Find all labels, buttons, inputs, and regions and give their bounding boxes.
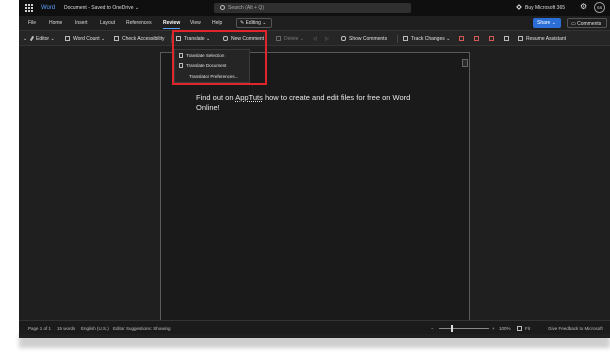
editor-icon: [29, 35, 35, 42]
title-bar: Word Document - Saved to OneDrive ⌄ Sear…: [19, 0, 610, 16]
previous-comment-icon[interactable]: ◁: [313, 36, 317, 42]
editor-button[interactable]: Editor ⌄: [29, 35, 55, 42]
check-accessibility-label: Check Accessibility: [122, 36, 165, 42]
diamond-icon: [516, 4, 522, 10]
track-changes-label: Track Changes ⌄: [411, 36, 451, 42]
search-box[interactable]: Search (Alt + Q): [214, 3, 411, 13]
menu-bar: File Home Insert Layout References Revie…: [19, 16, 610, 30]
highlight-box: [172, 30, 267, 85]
editing-label: Editing ⌄: [245, 20, 267, 26]
tab-file[interactable]: File: [28, 20, 36, 26]
app-launcher-icon[interactable]: [25, 4, 33, 12]
word-count-icon: [65, 36, 70, 41]
show-comments-label: Show Comments: [349, 36, 388, 42]
tab-help[interactable]: Help: [212, 20, 222, 26]
zoom-level[interactable]: 100%: [499, 326, 511, 331]
track-changes-icon: [403, 36, 408, 41]
tab-layout[interactable]: Layout: [100, 20, 115, 26]
track-changes-button[interactable]: Track Changes ⌄: [403, 36, 450, 42]
margin-marker: [462, 59, 468, 67]
zoom-in-icon[interactable]: +: [492, 326, 495, 331]
comments-label: Comments: [577, 21, 602, 27]
body-text-start: Find out on: [196, 93, 236, 102]
word-count-button[interactable]: Word Count ⌄: [65, 36, 105, 42]
apptuts-word: AppTuts: [235, 93, 263, 102]
tab-insert[interactable]: Insert: [75, 20, 88, 26]
comments-button[interactable]: ▭ Comments: [567, 18, 607, 28]
buy-microsoft-365-link[interactable]: Buy Microsoft 365: [516, 4, 566, 11]
accept-change-icon[interactable]: [459, 36, 467, 42]
next-comment-icon[interactable]: ▷: [325, 36, 329, 42]
review-ribbon: ⌄ Editor ⌄ Word Count ⌄ Check Accessibil…: [19, 30, 610, 46]
give-feedback-link[interactable]: Give Feedback to Microsoft: [548, 326, 603, 331]
tab-references[interactable]: References: [126, 20, 152, 26]
fit-icon: [517, 326, 522, 331]
document-canvas: Find out on AppTuts how to create and ed…: [19, 46, 610, 324]
search-icon: [220, 5, 225, 10]
search-placeholder: Search (Alt + Q): [228, 5, 264, 11]
previous-change-icon[interactable]: [489, 36, 497, 42]
document-body-text[interactable]: Find out on AppTuts how to create and ed…: [196, 93, 426, 113]
word-count-label: Word Count ⌄: [73, 36, 106, 42]
gear-icon[interactable]: ⚙: [580, 3, 588, 11]
word-online-window: Word Document - Saved to OneDrive ⌄ Sear…: [19, 0, 610, 338]
show-comments-icon: [341, 36, 346, 41]
page-count: Page 1 of 1: [28, 326, 52, 331]
status-bar: Page 1 of 1 15 words English (U.S.) Edit…: [19, 320, 610, 334]
resume-assistant-label: Resume Assistant: [526, 36, 567, 42]
document-page[interactable]: Find out on AppTuts how to create and ed…: [160, 52, 470, 324]
reject-change-icon[interactable]: [474, 36, 482, 42]
show-comments-button[interactable]: Show Comments: [341, 36, 387, 42]
fit-button[interactable]: Fit: [517, 326, 530, 331]
zoom-slider-thumb[interactable]: [451, 325, 453, 332]
zoom-slider[interactable]: [439, 328, 489, 329]
share-button[interactable]: Share ⌄: [533, 18, 561, 28]
delete-label: Delete ⌄: [284, 36, 305, 42]
next-change-icon[interactable]: [504, 36, 512, 42]
tab-view[interactable]: View: [190, 20, 201, 26]
editor-label: Editor ⌄: [36, 36, 55, 42]
editing-mode-dropdown[interactable]: ✎ Editing ⌄: [236, 18, 272, 28]
avatar[interactable]: SS: [594, 2, 605, 13]
tab-review[interactable]: Review: [163, 20, 181, 29]
app-name[interactable]: Word: [41, 5, 55, 11]
tab-home[interactable]: Home: [49, 20, 62, 26]
word-count[interactable]: 15 words: [57, 326, 75, 331]
editor-suggestions-status[interactable]: Editor Suggestions: Showing: [113, 326, 171, 331]
accessibility-icon: [114, 36, 119, 41]
ribbon-divider: [397, 35, 398, 43]
resume-assistant-icon: [518, 36, 523, 41]
resume-assistant-button[interactable]: Resume Assistant: [518, 36, 566, 42]
language-status[interactable]: English (U.S.): [81, 326, 109, 331]
check-accessibility-button[interactable]: Check Accessibility: [114, 36, 165, 42]
document-title[interactable]: Document - Saved to OneDrive ⌄: [64, 5, 139, 11]
zoom-out-icon[interactable]: −: [431, 326, 434, 331]
fit-label: Fit: [525, 326, 530, 331]
ribbon-overflow-icon[interactable]: ⌄: [23, 36, 27, 42]
delete-icon: [276, 36, 281, 41]
delete-comment-button[interactable]: Delete ⌄: [276, 36, 304, 42]
buy-label: Buy Microsoft 365: [525, 5, 566, 11]
